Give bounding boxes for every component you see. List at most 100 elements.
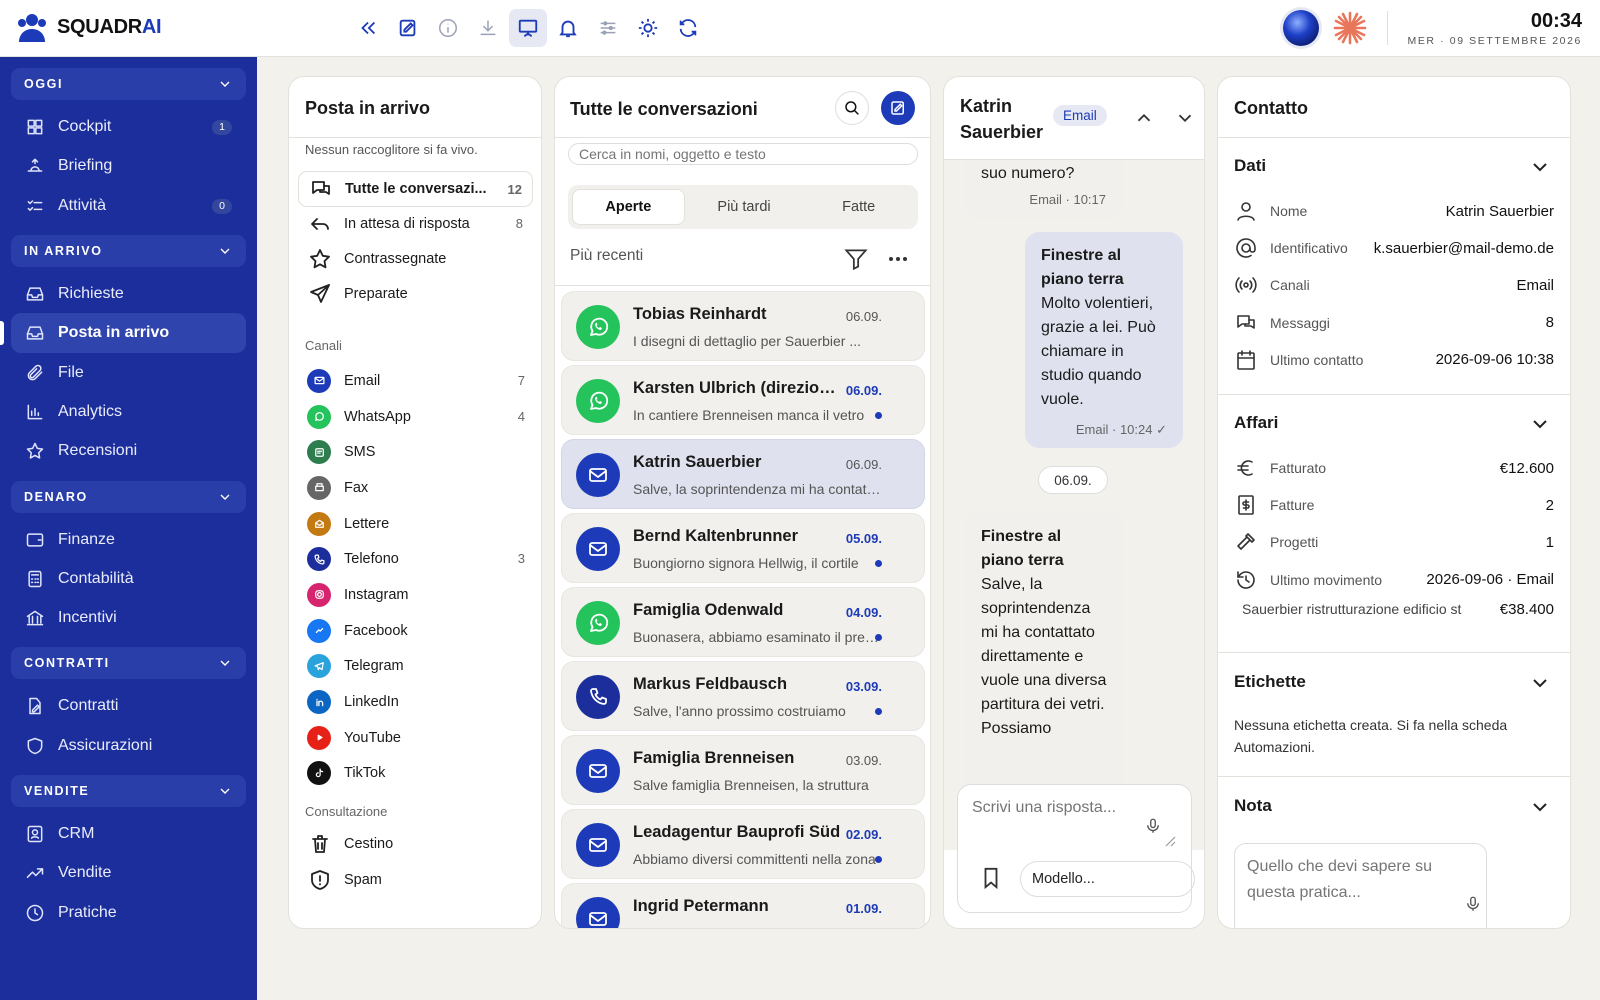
sidebar-item-pratiche[interactable]: Pratiche — [11, 893, 246, 933]
project-row[interactable]: Sauerbier ristrutturazione edificio st €… — [1242, 601, 1554, 618]
double-chevron-left-icon[interactable] — [349, 9, 387, 47]
download-icon[interactable] — [469, 9, 507, 47]
sidebar-item-briefing[interactable]: Briefing — [11, 146, 246, 186]
toolbar — [349, 9, 707, 47]
chevron-down-icon[interactable] — [1174, 107, 1196, 129]
conversation-search-input[interactable] — [568, 143, 918, 165]
channel-telefono[interactable]: Telefono 3 — [289, 541, 541, 577]
refresh-icon[interactable] — [669, 9, 707, 47]
search-button[interactable] — [835, 91, 869, 125]
sidebar-item-contratti[interactable]: Contratti — [11, 686, 246, 726]
sparkle-icon[interactable] — [1332, 10, 1368, 46]
chevron-down-icon[interactable] — [1528, 671, 1552, 695]
sidebar-item-richieste[interactable]: Richieste — [11, 274, 246, 314]
channel-youtube[interactable]: YouTube — [289, 720, 541, 756]
bookmark-icon[interactable] — [980, 865, 1002, 891]
thread-panel: Katrin Sauerbier Email suo numero? Email… — [943, 76, 1205, 929]
folder-tutte-le-conversazi[interactable]: Tutte le conversazi... 12 — [298, 171, 533, 207]
conversation-item[interactable]: Karsten Ulbrich (direzione lavori) 06.09… — [561, 365, 925, 435]
sidebar-item-vendite[interactable]: Vendite — [11, 853, 246, 893]
folder-cestino[interactable]: Cestino — [298, 826, 533, 862]
channel-whatsapp[interactable]: WhatsApp 4 — [289, 399, 541, 435]
conversation-item[interactable]: Bernd Kaltenbrunner 05.09. Buongiorno si… — [561, 513, 925, 583]
channel-linkedin[interactable]: LinkedIn — [289, 684, 541, 720]
conversation-item[interactable]: Markus Feldbausch 03.09. Salve, l'anno p… — [561, 661, 925, 731]
sidebar-item-label: Cockpit — [58, 118, 112, 135]
chevron-down-icon — [220, 660, 230, 667]
sidebar-item-file[interactable]: File — [11, 353, 246, 393]
conversation-item[interactable]: Ingrid Petermann 01.09. — [561, 883, 925, 928]
filter-icon[interactable] — [843, 246, 869, 272]
tab-fatte[interactable]: Fatte — [803, 189, 914, 225]
chevron-down-icon[interactable] — [1528, 795, 1552, 819]
trend-icon — [25, 863, 45, 883]
info-icon[interactable] — [429, 9, 467, 47]
channel-label: SMS — [344, 444, 376, 461]
sidebar-item-attivita[interactable]: Attività 0 — [11, 186, 246, 226]
sidebar-item-posta-in-arrivo[interactable]: Posta in arrivo — [0, 313, 246, 354]
conversation-item[interactable]: Katrin Sauerbier 06.09. Salve, la soprin… — [561, 439, 925, 509]
sidebar-item-crm[interactable]: CRM — [11, 814, 246, 854]
channel-telegram[interactable]: Telegram — [289, 649, 541, 685]
channel-label: Email — [344, 372, 381, 389]
channel-tiktok[interactable]: TikTok — [289, 756, 541, 792]
field-value: 2026-09-06 10:38 — [1435, 351, 1554, 369]
microphone-icon[interactable] — [1144, 817, 1162, 835]
message-meta: Email · 10:17 — [1029, 192, 1106, 207]
sidebar-section-oggi[interactable]: OGGI — [11, 68, 246, 100]
new-message-button[interactable] — [881, 91, 915, 125]
conversation-item[interactable]: Famiglia Brenneisen 03.09. Salve famigli… — [561, 735, 925, 805]
tab-aperte[interactable]: Aperte — [572, 189, 685, 225]
more-icon[interactable] — [886, 247, 910, 271]
conversation-item[interactable]: Famiglia Odenwald 04.09. Buonasera, abbi… — [561, 587, 925, 657]
sidebar-item-recensioni[interactable]: Recensioni — [11, 431, 246, 471]
channel-fax[interactable]: Fax — [289, 470, 541, 506]
channel-instagram[interactable]: Instagram — [289, 577, 541, 613]
note-input[interactable] — [1234, 843, 1487, 928]
sort-label[interactable]: Più recenti — [570, 247, 643, 265]
reply-input[interactable] — [972, 799, 1162, 843]
conversation-date: 06.09. — [845, 457, 882, 472]
sun-icon[interactable] — [629, 9, 667, 47]
conversation-item[interactable]: Leadagentur Bauprofi Süd 02.09. Abbiamo … — [561, 809, 925, 879]
contact-card-icon — [25, 824, 45, 844]
inbox-panel: Posta in arrivo Nessun raccoglitore si f… — [288, 76, 542, 929]
folder-spam[interactable]: Spam — [298, 862, 533, 898]
compose-icon[interactable] — [389, 9, 427, 47]
globe-avatar[interactable] — [1283, 10, 1319, 46]
channel-email[interactable]: Email 7 — [289, 363, 541, 399]
panel-title: Tutte le conversazioni — [570, 99, 758, 119]
sliders-icon[interactable] — [589, 9, 627, 47]
sidebar-item-cockpit[interactable]: Cockpit 1 — [11, 107, 246, 147]
sidebar-section-in-arrivo[interactable]: IN ARRIVO — [11, 234, 246, 267]
folder-contrassegnate[interactable]: Contrassegnate — [298, 241, 533, 277]
message-body: Salve, la soprintendenza mi ha contattat… — [981, 576, 1107, 737]
chevron-down-icon[interactable] — [1528, 412, 1552, 436]
field-value: 2026-09-06 · Email — [1426, 571, 1554, 589]
folder-label: Cestino — [344, 836, 394, 852]
resize-handle-icon[interactable] — [1164, 835, 1176, 847]
brand-logo[interactable]: SQUADRAI — [16, 12, 162, 42]
folder-in-attesa-di-risposta[interactable]: In attesa di risposta 8 — [298, 206, 533, 242]
sidebar-item-incentivi[interactable]: Incentivi — [11, 598, 246, 638]
unread-dot — [875, 708, 882, 715]
microphone-icon[interactable] — [1464, 895, 1482, 913]
conversation-item[interactable]: Tobias Reinhardt 06.09. I disegni di det… — [561, 291, 925, 361]
sidebar-item-finanze[interactable]: Finanze — [11, 520, 246, 560]
sidebar-item-analytics[interactable]: Analytics — [11, 392, 246, 432]
presentation-icon[interactable] — [509, 9, 547, 47]
bell-icon[interactable] — [549, 9, 587, 47]
chevron-up-icon[interactable] — [1133, 107, 1155, 129]
sidebar-item-contabilita[interactable]: Contabilità — [11, 559, 246, 599]
channel-lettere[interactable]: Lettere — [289, 506, 541, 542]
template-select[interactable]: Modello... — [1020, 861, 1195, 897]
sidebar-section-contratti[interactable]: CONTRATTI — [11, 647, 246, 680]
tab-piu-tardi[interactable]: Più tardi — [689, 189, 800, 225]
channel-facebook[interactable]: Facebook — [289, 613, 541, 649]
sidebar-section-denaro[interactable]: DENARO — [11, 480, 246, 513]
channel-sms[interactable]: SMS — [289, 434, 541, 470]
sidebar-item-assicurazioni[interactable]: Assicurazioni — [11, 726, 246, 766]
chevron-down-icon[interactable] — [1528, 155, 1552, 179]
sidebar-section-vendite[interactable]: VENDITE — [11, 775, 246, 808]
folder-preparate[interactable]: Preparate — [298, 276, 533, 312]
